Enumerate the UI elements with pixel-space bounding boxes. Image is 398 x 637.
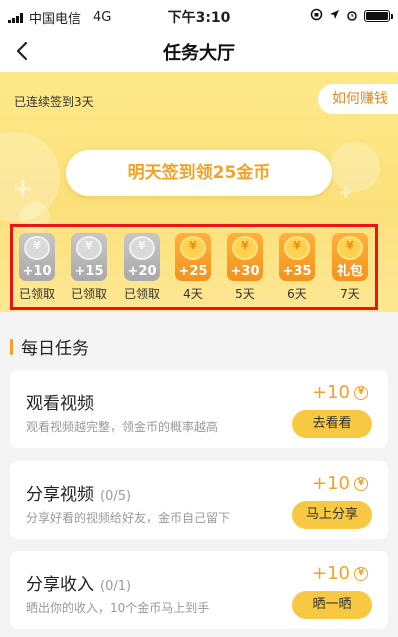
task-title: 观看视频	[26, 394, 94, 414]
coin-icon: ¥ +35	[279, 233, 315, 281]
plus-decoration: +	[338, 182, 354, 203]
coin-icon: ¥	[354, 476, 368, 491]
task-reward: +10 ¥	[312, 563, 368, 584]
day-label: 4天	[183, 287, 203, 301]
day-reward: +30	[230, 264, 260, 279]
day-label: 已领取	[123, 287, 160, 301]
task-desc: 观看视频越完整，领金币的概率越高	[26, 420, 219, 434]
battery-icon	[364, 10, 393, 22]
task-progress: (0/5)	[100, 489, 132, 504]
task-card: 分享视频 (0/5) 分享好看的视频给好友，金币自己留下 +10 ¥ 马上分享	[10, 461, 388, 539]
task-title-row: 分享视频 (0/5)	[26, 480, 131, 505]
location-icon	[329, 9, 340, 23]
checkin-day: ¥ +30 5天	[225, 233, 265, 302]
task-title-row: 观看视频	[26, 389, 94, 414]
status-bar: 中国电信 4G 下午3:10	[0, 0, 398, 30]
task-title: 分享收入	[26, 575, 94, 595]
task-desc: 晒出你的收入，10个金币马上到手	[26, 601, 210, 615]
how-to-earn-button[interactable]: 如何赚钱	[318, 84, 398, 114]
section-accent-bar	[10, 338, 13, 355]
checkin-days: ¥ +10 已领取 ¥ +15 已领取 ¥ +20 已领取 ¥ +25 4天 ¥…	[10, 224, 378, 310]
day-reward: +15	[74, 264, 104, 279]
coin-icon: ¥ +25	[175, 233, 211, 281]
share-income-button[interactable]: 晒一晒	[292, 591, 372, 619]
reward-value: +10	[312, 382, 350, 403]
checkin-day: ¥ +10 已领取	[17, 233, 57, 302]
orientation-lock-icon	[310, 8, 323, 24]
checkin-day: ¥ +35 6天	[277, 233, 317, 302]
nav-bar: 任务大厅	[0, 30, 398, 72]
task-reward: +10 ¥	[312, 473, 368, 494]
signin-button[interactable]: 明天签到领25金币	[66, 150, 332, 196]
checkin-day: ¥ +20 已领取	[122, 233, 162, 302]
task-card: 观看视频 观看视频越完整，领金币的概率越高 +10 ¥ 去看看	[10, 370, 388, 448]
coin-icon: ¥ +30	[227, 233, 263, 281]
checkin-day: ¥ +15 已领取	[69, 233, 109, 302]
coin-icon: ¥ +10	[19, 233, 55, 281]
task-card: 分享收入 (0/1) 晒出你的收入，10个金币马上到手 +10 ¥ 晒一晒	[10, 551, 388, 629]
checkin-day: ¥ 礼包 7天	[330, 233, 370, 302]
task-progress: (0/1)	[100, 579, 132, 594]
day-reward: +35	[282, 264, 312, 279]
coin-icon: ¥	[354, 566, 368, 581]
task-reward: +10 ¥	[312, 382, 368, 403]
share-video-button[interactable]: 马上分享	[292, 501, 372, 529]
watch-video-button[interactable]: 去看看	[292, 410, 372, 438]
gift-coin-icon: ¥ 礼包	[332, 233, 368, 281]
status-right	[310, 8, 393, 24]
task-title-row: 分享收入 (0/1)	[26, 570, 131, 595]
coin-icon: ¥	[354, 385, 368, 400]
day-label: 5天	[235, 287, 255, 301]
day-reward: +20	[127, 264, 157, 279]
coin-icon: ¥ +15	[71, 233, 107, 281]
day-label: 6天	[287, 287, 307, 301]
coin-icon: ¥ +20	[124, 233, 160, 281]
day-reward: +25	[178, 264, 208, 279]
checkin-banner: + + 已连续签到3天 如何赚钱 明天签到领25金币 ¥ +10 已领取 ¥ +…	[0, 72, 398, 312]
task-desc: 分享好看的视频给好友，金币自己留下	[26, 511, 231, 525]
day-label: 已领取	[70, 287, 107, 301]
plus-decoration: +	[12, 174, 34, 204]
day-label: 7天	[340, 287, 360, 301]
page-title: 任务大厅	[163, 43, 235, 64]
day-reward: 礼包	[336, 264, 363, 279]
alarm-icon	[346, 9, 358, 24]
reward-value: +10	[312, 473, 350, 494]
checkin-day: ¥ +25 4天	[173, 233, 213, 302]
task-title: 分享视频	[26, 485, 94, 505]
streak-text: 已连续签到3天	[14, 95, 94, 109]
section-header: 每日任务	[10, 334, 89, 359]
day-reward: +10	[22, 264, 52, 279]
reward-value: +10	[312, 563, 350, 584]
day-label: 已领取	[18, 287, 55, 301]
section-title: 每日任务	[21, 339, 89, 359]
